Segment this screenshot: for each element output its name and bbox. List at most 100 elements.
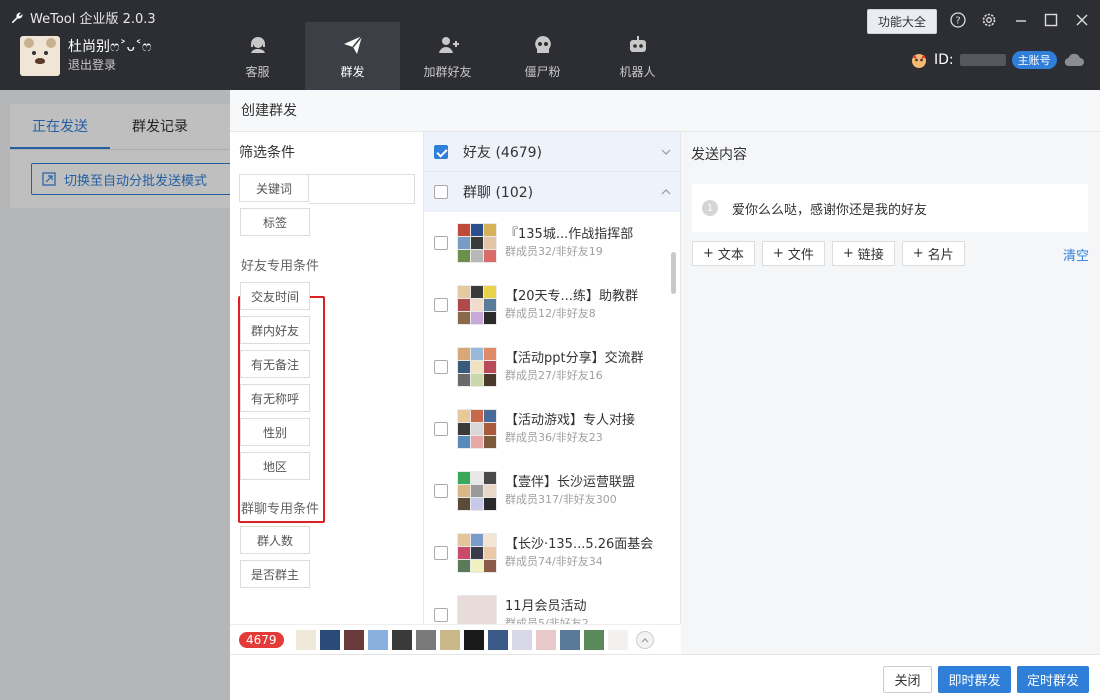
- chevron-up-icon[interactable]: [660, 186, 672, 198]
- group-checkbox[interactable]: [434, 546, 448, 560]
- group-checkbox[interactable]: [434, 236, 448, 250]
- condition-remark[interactable]: 有无备注: [240, 350, 310, 378]
- condition-is-owner[interactable]: 是否群主: [240, 560, 310, 588]
- list-item[interactable]: 【壹伴】长沙运营联盟 群成员317/非好友300: [424, 460, 680, 522]
- add-text-button[interactable]: + 文本: [692, 241, 755, 266]
- cloud-icon[interactable]: [1063, 53, 1085, 67]
- list-item[interactable]: 【长沙·135...5.26面基会 群成员74/非好友34: [424, 522, 680, 584]
- close-button[interactable]: 关闭: [883, 666, 932, 693]
- features-button[interactable]: 功能大全: [867, 9, 937, 34]
- group-checkbox[interactable]: [434, 298, 448, 312]
- condition-region[interactable]: 地区: [240, 452, 310, 480]
- plus-icon: +: [772, 246, 784, 261]
- app-title-bar: WeTool 企业版 2.0.3: [10, 8, 156, 27]
- list-item[interactable]: 『135城...作战指挥部 群成员32/非好友19: [424, 212, 680, 274]
- chevron-down-icon[interactable]: [660, 146, 672, 158]
- robot-icon: [629, 35, 646, 52]
- condition-member-count[interactable]: 群人数: [240, 526, 310, 554]
- condition-friend-time[interactable]: 交友时间: [240, 282, 310, 310]
- groups-category[interactable]: 群聊 (102): [424, 172, 680, 212]
- schedule-send-button[interactable]: 定时群发: [1017, 666, 1089, 693]
- settings-gear-icon[interactable]: [979, 10, 999, 30]
- wrench-icon: [11, 12, 23, 23]
- group-stats: 群成员317/非好友300: [505, 493, 617, 506]
- expand-up-icon[interactable]: [635, 630, 654, 649]
- group-avatar: [457, 285, 497, 325]
- condition-gender[interactable]: 性别: [240, 418, 310, 446]
- group-name: 【20天专...练】助教群: [505, 289, 638, 304]
- selected-avatar: [367, 629, 388, 650]
- selected-avatar: [463, 629, 484, 650]
- add-file-label: 文件: [787, 248, 814, 263]
- send-now-button[interactable]: 即时群发: [938, 666, 1011, 693]
- selected-targets-strip: 4679: [230, 624, 681, 654]
- add-link-label: 链接: [857, 248, 884, 263]
- message-index: 1: [702, 200, 718, 216]
- maximize-icon[interactable]: [1041, 10, 1061, 30]
- create-mass-send-dialog: 创建群发 筛选条件 关键词 标签 好友专用条件 交友时间 群内好友 有无备注 有…: [230, 90, 1100, 700]
- message-item[interactable]: 1 爱你么么哒，感谢你还是我的好友: [692, 184, 1088, 232]
- group-stats: 群成员27/非好友16: [505, 369, 603, 382]
- friends-label: 好友 (4679): [463, 144, 543, 161]
- selected-avatar: [583, 629, 604, 650]
- group-avatar: [457, 409, 497, 449]
- group-name: 【壹伴】长沙运营联盟: [505, 475, 636, 490]
- selected-avatar: [319, 629, 340, 650]
- selected-avatar: [559, 629, 580, 650]
- group-checkbox[interactable]: [434, 608, 448, 622]
- keyword-filter-button[interactable]: 关键词: [239, 174, 309, 202]
- plus-icon: +: [912, 246, 924, 261]
- list-item[interactable]: 【活动ppt分享】交流群 群成员27/非好友16: [424, 336, 680, 398]
- condition-group-friend[interactable]: 群内好友: [240, 316, 310, 344]
- nav-tab-customer-service[interactable]: 客服: [210, 22, 305, 90]
- group-name: 【活动游戏】专人对接: [505, 413, 636, 428]
- account-badge: 主账号: [1011, 51, 1057, 69]
- clear-link[interactable]: 清空: [1063, 245, 1089, 264]
- groups-checkbox[interactable]: [434, 185, 448, 199]
- keyword-filter: 关键词: [239, 174, 415, 204]
- add-link-button[interactable]: + 链接: [831, 241, 895, 266]
- modal-overlay[interactable]: [0, 90, 230, 700]
- selected-avatar: [607, 629, 628, 650]
- nav-tab-label: 加群好友: [423, 64, 472, 79]
- group-checkbox[interactable]: [434, 360, 448, 374]
- selected-avatar: [511, 629, 532, 650]
- help-icon[interactable]: ?: [948, 10, 968, 30]
- keyword-input[interactable]: [309, 174, 415, 204]
- add-file-button[interactable]: + 文件: [761, 241, 825, 266]
- svg-text:?: ?: [955, 16, 960, 27]
- user-name: 杜尚别ෆ˃ᴗ˂ෆ: [68, 39, 152, 55]
- dialog-footer: 关闭 即时群发 定时群发: [230, 654, 1100, 700]
- id-masked-value: [959, 54, 1006, 66]
- nav-tab-robot[interactable]: 机器人: [590, 22, 685, 90]
- list-item[interactable]: 【活动游戏】专人对接 群成员36/非好友23: [424, 398, 680, 460]
- send-content-panel: 发送内容 1 爱你么么哒，感谢你还是我的好友 + 文本 + 文件 + 链接 + 名片 清…: [681, 132, 1100, 654]
- tag-filter-button[interactable]: 标签: [240, 208, 310, 236]
- send-content-title: 发送内容: [691, 147, 747, 163]
- friends-category[interactable]: 好友 (4679): [424, 132, 680, 172]
- selected-avatar: [343, 629, 364, 650]
- list-scrollbar[interactable]: [671, 252, 676, 294]
- nav-tab-zombie-fans[interactable]: 僵尸粉: [495, 22, 590, 90]
- nav-tab-add-group-friends[interactable]: 加群好友: [400, 22, 495, 90]
- selected-avatar: [391, 629, 412, 650]
- nav-tab-label: 群发: [340, 64, 365, 79]
- add-user-icon: [438, 36, 459, 53]
- group-checkbox[interactable]: [434, 484, 448, 498]
- group-stats: 群成员74/非好友34: [505, 555, 603, 568]
- add-card-button[interactable]: + 名片: [901, 241, 965, 266]
- user-profile[interactable]: 杜尚别ෆ˃ᴗ˂ෆ 退出登录: [20, 36, 152, 76]
- group-stats: 群成员36/非好友23: [505, 431, 603, 444]
- friends-checkbox[interactable]: [434, 144, 448, 159]
- list-item[interactable]: 【20天专...练】助教群 群成员12/非好友8: [424, 274, 680, 336]
- group-checkbox[interactable]: [434, 422, 448, 436]
- logout-link[interactable]: 退出登录: [68, 56, 152, 74]
- account-id-area: ID: 主账号: [910, 51, 1085, 69]
- minimize-icon[interactable]: [1011, 10, 1031, 30]
- selected-count-badge: 4679: [239, 631, 284, 648]
- close-window-icon[interactable]: [1072, 10, 1092, 30]
- condition-salutation[interactable]: 有无称呼: [240, 384, 310, 412]
- filter-panel: 筛选条件 关键词 标签 好友专用条件 交友时间 群内好友 有无备注 有无称呼 性…: [230, 132, 424, 654]
- nav-tab-mass-send[interactable]: 群发: [305, 22, 400, 90]
- selected-avatar: [415, 629, 436, 650]
